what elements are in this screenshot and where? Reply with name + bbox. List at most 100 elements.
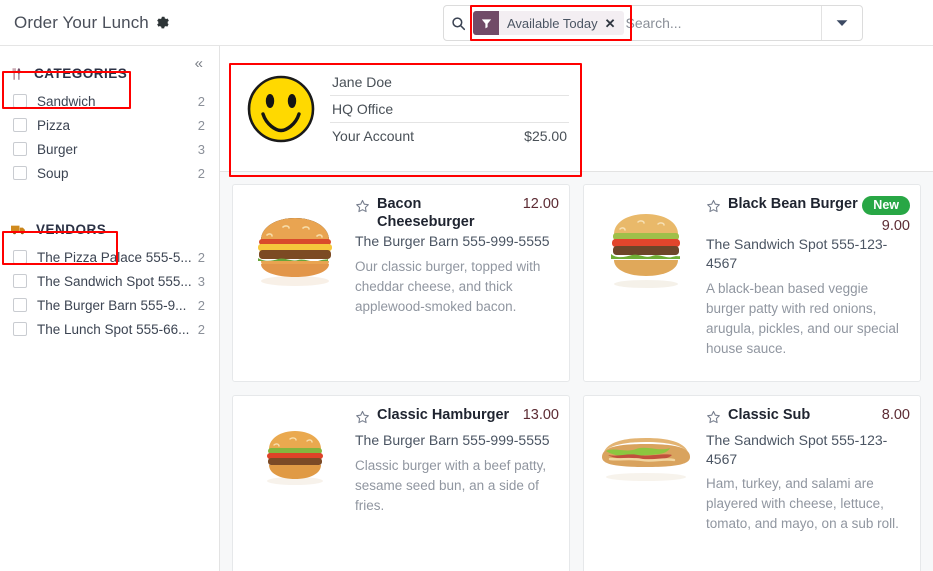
product-info: Classic Hamburger 13.00 The Burger Barn …: [355, 405, 559, 571]
page-title-text: Order Your Lunch: [14, 12, 149, 32]
account-balance: $25.00: [524, 128, 567, 144]
product-title: Black Bean Burger: [728, 196, 858, 212]
sidebar-item-label: Sandwich: [37, 93, 96, 109]
search-facet-available-today[interactable]: Available Today ✕: [473, 11, 624, 35]
product-vendor: The Burger Barn 555-999-5555: [355, 233, 550, 250]
sidebar-item-label: Soup: [37, 165, 69, 181]
collapse-sidebar-icon[interactable]: «: [195, 56, 203, 71]
user-card-zone: Jane Doe HQ Office Your Account $25.00: [220, 46, 933, 171]
product-info: Classic Sub 8.00 The Sandwich Spot 555-1…: [706, 405, 910, 571]
product-card[interactable]: Black Bean Burger New 9.00 The Sandwich …: [583, 184, 921, 382]
star-icon[interactable]: [355, 410, 370, 430]
product-title-row: Classic Hamburger 13.00: [355, 407, 559, 430]
sidebar-item-sandwich[interactable]: Sandwich 2: [0, 89, 219, 113]
user-name: Jane Doe: [332, 74, 392, 90]
search-icon: [444, 16, 472, 31]
product-title: Classic Sub: [728, 407, 811, 423]
product-info: Black Bean Burger New 9.00 The Sandwich …: [706, 194, 910, 372]
chevron-down-icon[interactable]: [822, 6, 862, 40]
filter-sidebar: « CATEGORIES Sandwich 2 Pizza 2 Burger 3…: [0, 46, 220, 571]
sidebar-item-count: 2: [197, 93, 205, 109]
sidebar-section-vendors-header[interactable]: VENDORS: [0, 214, 219, 245]
sidebar-item-pizza[interactable]: Pizza 2: [0, 113, 219, 137]
checkbox[interactable]: [13, 94, 27, 108]
sidebar-item-soup[interactable]: Soup 2: [0, 161, 219, 185]
sidebar-item-the-pizza-palace[interactable]: The Pizza Palace 555-5... 2: [0, 245, 219, 269]
app-header: Order Your Lunch Available Today ✕ Searc…: [0, 0, 933, 46]
product-price-column: New 9.00: [860, 196, 910, 234]
search-facet-label: Available Today: [507, 15, 598, 31]
close-icon[interactable]: ✕: [605, 17, 624, 30]
sidebar-section-title: CATEGORIES: [34, 66, 128, 81]
classic-hamburger-photo: [243, 419, 347, 503]
checkbox[interactable]: [13, 166, 27, 180]
product-price: 13.00: [522, 407, 559, 423]
product-title: Bacon Cheeseburger: [377, 196, 475, 230]
product-vendor: The Burger Barn 555-999-5555: [355, 432, 550, 448]
black-bean-burger-photo: [594, 208, 698, 292]
product-price: 9.00: [881, 218, 910, 235]
product-description: Our classic burger, topped with cheddar …: [355, 258, 541, 315]
sidebar-item-label: The Pizza Palace 555-5...: [37, 249, 192, 265]
search-bar[interactable]: Available Today ✕: [443, 5, 863, 41]
product-title: Classic Hamburger: [377, 407, 510, 423]
app-body: « CATEGORIES Sandwich 2 Pizza 2 Burger 3…: [0, 46, 933, 571]
sidebar-item-label: The Sandwich Spot 555...: [37, 273, 192, 289]
sidebar-item-count: 2: [197, 165, 205, 181]
user-account-card[interactable]: Jane Doe HQ Office Your Account $25.00: [232, 56, 581, 162]
product-price: 8.00: [881, 407, 910, 423]
avatar: [246, 74, 316, 144]
user-location-row: HQ Office: [330, 96, 569, 123]
cutlery-icon: [11, 67, 25, 81]
truck-icon: [11, 223, 27, 236]
product-price: 12.00: [522, 196, 559, 212]
product-description: Classic burger with a beef patty, sesame…: [355, 457, 547, 513]
star-icon[interactable]: [706, 410, 721, 430]
sidebar-item-label: The Lunch Spot 555-66...: [37, 321, 190, 337]
user-name-row: Jane Doe: [330, 69, 569, 96]
product-title-row: Bacon Cheeseburger 12.00: [355, 196, 559, 231]
classic-sub-photo: [594, 419, 698, 503]
product-card[interactable]: Classic Sub 8.00 The Sandwich Spot 555-1…: [583, 395, 921, 571]
product-card[interactable]: Bacon Cheeseburger 12.00 The Burger Barn…: [232, 184, 570, 382]
user-location: HQ Office: [332, 101, 394, 117]
sidebar-item-label: Pizza: [37, 117, 71, 133]
checkbox[interactable]: [13, 142, 27, 156]
product-vendor: The Sandwich Spot 555-123-4567: [706, 432, 888, 467]
status-badge: New: [862, 196, 910, 216]
star-icon[interactable]: [355, 199, 370, 219]
bacon-cheeseburger-photo: [243, 208, 347, 292]
sidebar-item-count: 2: [197, 297, 205, 313]
product-grid: Bacon Cheeseburger 12.00 The Burger Barn…: [232, 184, 921, 571]
sidebar-item-count: 3: [197, 141, 205, 157]
app-root: Order Your Lunch Available Today ✕ Searc…: [0, 0, 933, 571]
product-description: Ham, turkey, and salami are playered wit…: [706, 476, 899, 532]
product-vendor: The Sandwich Spot 555-123-4567: [706, 236, 888, 271]
checkbox[interactable]: [13, 298, 27, 312]
sidebar-item-count: 2: [197, 249, 205, 265]
sidebar-item-count: 3: [197, 273, 205, 289]
product-description: A black-bean based veggie burger patty w…: [706, 280, 899, 356]
page-title: Order Your Lunch: [14, 13, 170, 33]
product-info: Bacon Cheeseburger 12.00 The Burger Barn…: [355, 194, 559, 372]
sidebar-item-the-burger-barn[interactable]: The Burger Barn 555-9... 2: [0, 293, 219, 317]
checkbox[interactable]: [13, 274, 27, 288]
product-card[interactable]: Classic Hamburger 13.00 The Burger Barn …: [232, 395, 570, 571]
star-icon[interactable]: [706, 199, 721, 219]
sidebar-item-the-lunch-spot[interactable]: The Lunch Spot 555-66... 2: [0, 317, 219, 341]
sidebar-item-label: The Burger Barn 555-9...: [37, 297, 187, 313]
user-card-lines: Jane Doe HQ Office Your Account $25.00: [330, 69, 569, 149]
sidebar-item-the-sandwich-spot[interactable]: The Sandwich Spot 555... 3: [0, 269, 219, 293]
search-input[interactable]: [623, 6, 821, 40]
gear-icon[interactable]: [156, 16, 170, 30]
sidebar-item-burger[interactable]: Burger 3: [0, 137, 219, 161]
checkbox[interactable]: [13, 322, 27, 336]
account-label: Your Account: [332, 128, 414, 144]
product-title-row: Black Bean Burger New 9.00: [706, 196, 910, 234]
sidebar-section-categories-header[interactable]: CATEGORIES: [0, 58, 219, 89]
checkbox[interactable]: [13, 118, 27, 132]
sidebar-item-count: 2: [197, 117, 205, 133]
product-list: Bacon Cheeseburger 12.00 The Burger Barn…: [220, 171, 933, 571]
checkbox[interactable]: [13, 250, 27, 264]
sidebar-section-title: VENDORS: [36, 222, 107, 237]
